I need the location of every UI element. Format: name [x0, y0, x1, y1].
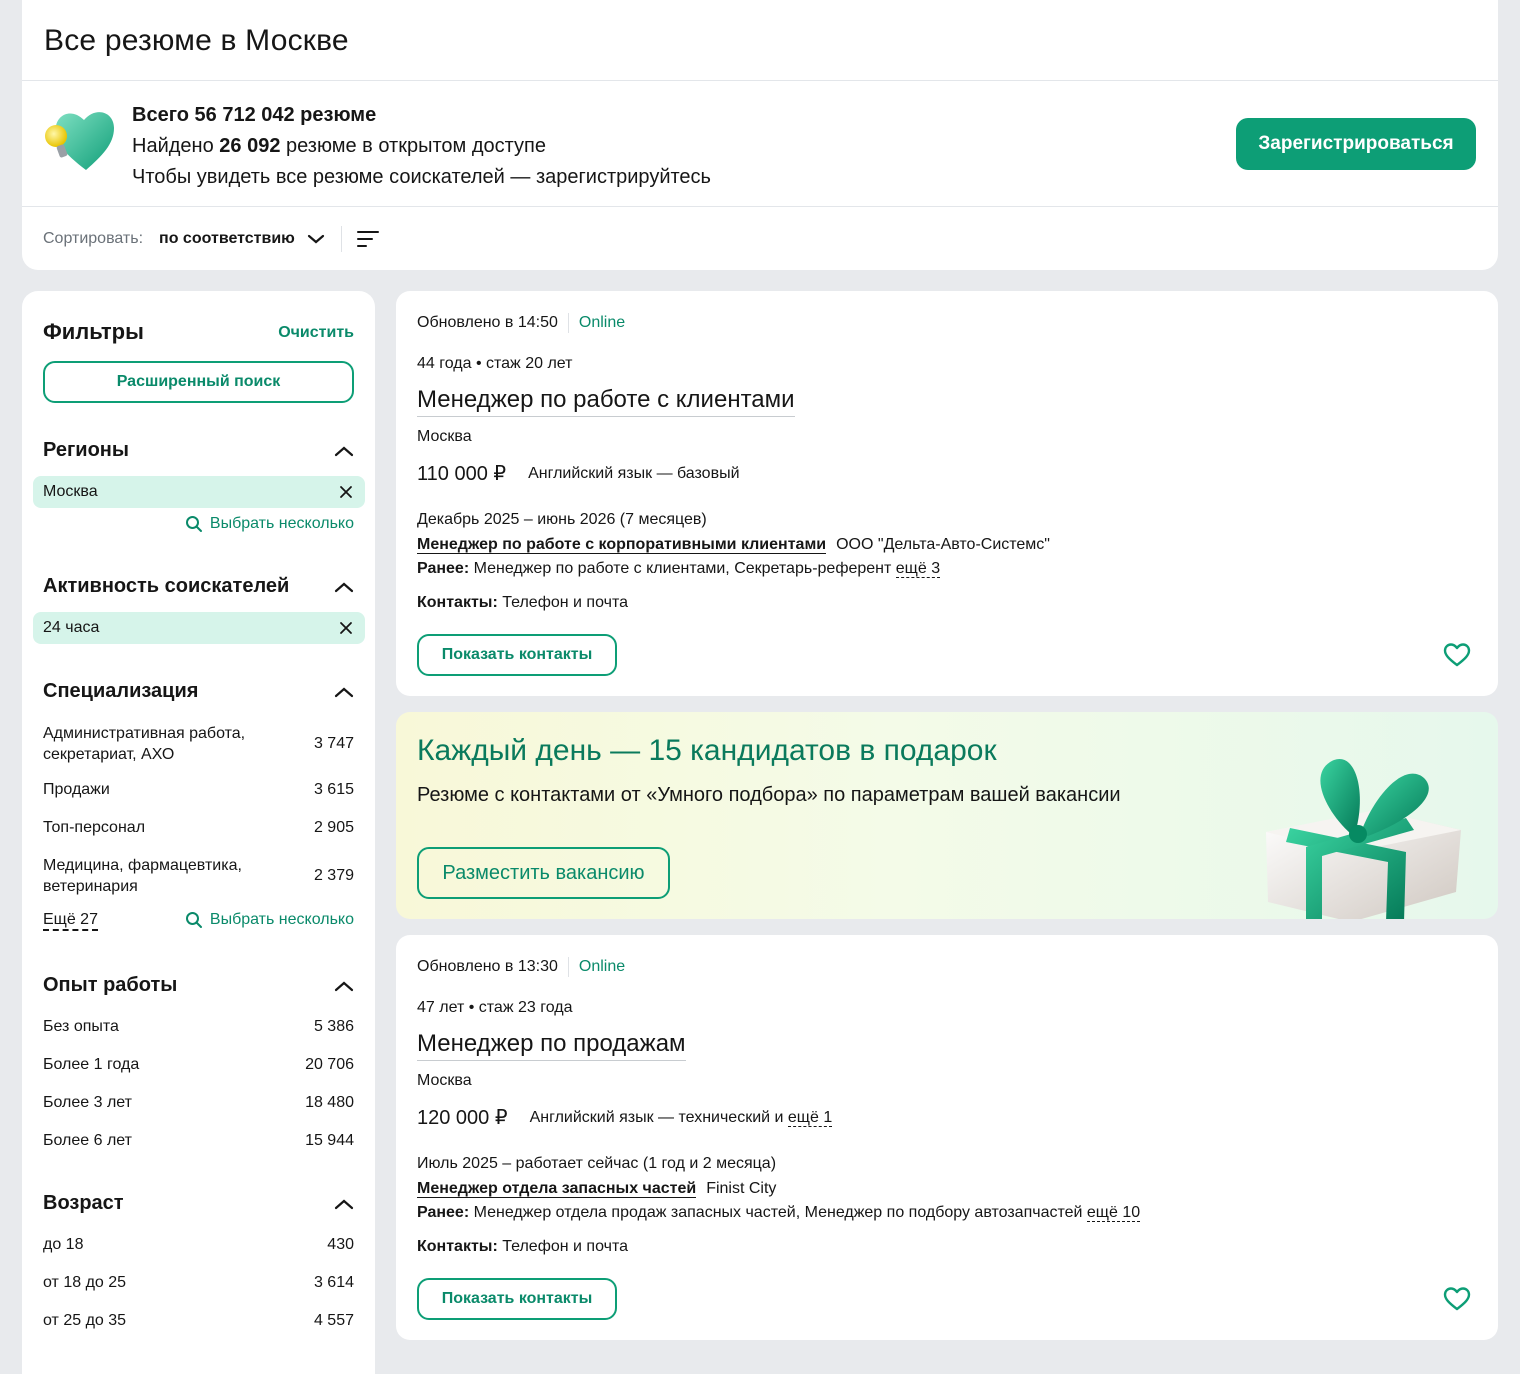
gift-icon	[1266, 758, 1461, 919]
total-resumes: Всего 56 712 042 резюме	[132, 104, 377, 126]
language: Английский язык — базовый	[528, 464, 740, 482]
divider	[567, 957, 569, 977]
age-experience: 44 года • стаж 20 лет	[417, 355, 573, 372]
header-card: Все резюме в Москве Всего 56 712 042 рез…	[22, 0, 1498, 270]
sort-select[interactable]: по соответствию	[159, 230, 295, 248]
divider	[567, 313, 569, 333]
sort-label: Сортировать:	[43, 230, 144, 247]
regions-pick-many-link[interactable]: Выбрать несколько	[185, 515, 354, 533]
filter-option[interactable]: Без опыта 5 386	[43, 1018, 354, 1036]
resume-city: Москва	[417, 1072, 472, 1089]
heart-outline-icon[interactable]	[1443, 1286, 1471, 1312]
found-count: 26 092	[219, 135, 281, 157]
advanced-search-button[interactable]: Расширенный поиск	[43, 361, 354, 403]
earlier-more-link[interactable]: ещё 10	[1086, 1204, 1141, 1222]
search-icon	[185, 912, 202, 928]
salary: 110 000 ₽	[417, 463, 507, 485]
search-icon	[185, 516, 202, 532]
filter-option[interactable]: Более 6 лет 15 944	[43, 1132, 354, 1150]
divider	[340, 226, 342, 252]
updated-time: Обновлено в 14:50	[417, 314, 558, 331]
promo-banner: Каждый день — 15 кандидатов в подарок Ре…	[396, 712, 1498, 919]
sort-row: Сортировать: по соответствию	[43, 226, 380, 252]
filter-option[interactable]: Более 3 лет 18 480	[43, 1094, 354, 1112]
last-position: Менеджер отдела запасных частей	[417, 1180, 697, 1198]
earlier-positions: Ранее: Менеджер отдела продаж запасных ч…	[417, 1204, 1141, 1222]
chevron-up-icon[interactable]	[334, 686, 354, 698]
region-chip: Москва	[33, 476, 365, 508]
specialization-title: Специализация	[43, 680, 199, 702]
activity-chip: 24 часа	[33, 612, 365, 644]
earlier-more-link[interactable]: ещё 3	[895, 560, 941, 578]
found-resumes: Найдено 26 092 резюме в открытом доступе	[132, 135, 546, 157]
updated-time: Обновлено в 13:30	[417, 958, 558, 975]
chevron-up-icon[interactable]	[334, 980, 354, 992]
company: Finist City	[706, 1180, 777, 1197]
chevron-up-icon[interactable]	[334, 445, 354, 457]
show-contacts-button[interactable]: Показать контакты	[417, 634, 617, 676]
heart-bulb-logo	[45, 112, 114, 170]
last-position-row: Менеджер по работе с корпоративными клие…	[417, 536, 1050, 554]
register-hint: Чтобы увидеть все резюме соискателей — з…	[132, 166, 711, 188]
filter-option[interactable]: Административная работа, секретариат, АХ…	[43, 723, 354, 765]
age-title: Возраст	[43, 1192, 124, 1214]
chevron-up-icon[interactable]	[334, 1198, 354, 1210]
online-status: Online	[578, 314, 626, 331]
show-contacts-button[interactable]: Показать контакты	[417, 1278, 617, 1320]
filter-option[interactable]: Более 1 года 20 706	[43, 1056, 354, 1074]
page-title: Все резюме в Москве	[44, 24, 349, 57]
resume-stats: Всего 56 712 042 резюме Найдено 26 092 р…	[132, 100, 711, 193]
filters-sidebar: Фильтры Очистить Расширенный поиск Регио…	[22, 291, 375, 1374]
promo-title: Каждый день — 15 кандидатов в подарок	[417, 734, 997, 767]
filter-option[interactable]: до 18 430	[43, 1236, 354, 1254]
promo-subtitle: Резюме с контактами от «Умного подбора» …	[417, 784, 1121, 806]
salary-row: 120 000 ₽ Английский язык — технический …	[417, 1105, 833, 1130]
language: Английский язык — технический и ещё 1	[529, 1108, 833, 1127]
specialization-pick-many-link[interactable]: Выбрать несколько	[185, 911, 354, 929]
last-position-row: Менеджер отдела запасных частей Finist C…	[417, 1180, 776, 1198]
filter-option[interactable]: от 18 до 25 3 614	[43, 1274, 354, 1292]
filter-option[interactable]: Медицина, фармацевтика, ветеринария 2 37…	[43, 855, 354, 897]
contacts-info: Контакты: Телефон и почта	[417, 594, 629, 611]
heart-outline-icon[interactable]	[1443, 642, 1471, 668]
salary-row: 110 000 ₽ Английский язык — базовый	[417, 461, 740, 486]
experience-title: Опыт работы	[43, 974, 178, 996]
filter-option[interactable]: Продажи 3 615	[43, 781, 354, 799]
regions-title: Регионы	[43, 439, 129, 461]
filters-title: Фильтры	[43, 319, 144, 344]
post-vacancy-button[interactable]: Разместить вакансию	[417, 847, 670, 899]
salary: 120 000 ₽	[417, 1107, 508, 1129]
contacts-info: Контакты: Телефон и почта	[417, 1238, 629, 1255]
age-experience: 47 лет • стаж 23 года	[417, 999, 573, 1016]
close-icon[interactable]	[339, 485, 353, 499]
online-status: Online	[578, 958, 626, 975]
activity-title: Активность соискателей	[43, 575, 290, 597]
chevron-up-icon[interactable]	[334, 581, 354, 593]
company: ООО "Дельта-Авто-Системс"	[836, 536, 1050, 553]
resume-title-link[interactable]: Менеджер по продажам	[417, 1030, 686, 1061]
updated-row: Обновлено в 14:50 Online	[417, 313, 625, 333]
resume-city: Москва	[417, 428, 472, 445]
last-position: Менеджер по работе с корпоративными клие…	[417, 536, 827, 554]
work-period: Декабрь 2025 – июнь 2026 (7 месяцев)	[417, 511, 707, 528]
filter-option[interactable]: от 25 до 35 4 557	[43, 1312, 354, 1330]
close-icon[interactable]	[339, 621, 353, 635]
divider	[22, 80, 1498, 81]
earlier-positions: Ранее: Менеджер по работе с клиентами, С…	[417, 560, 941, 578]
filter-option[interactable]: Топ-персонал 2 905	[43, 819, 354, 837]
updated-row: Обновлено в 13:30 Online	[417, 957, 625, 977]
work-period: Июль 2025 – работает сейчас (1 год и 2 м…	[417, 1155, 777, 1172]
resume-title-link[interactable]: Менеджер по работе с клиентами	[417, 386, 795, 417]
resume-card: Обновлено в 13:30 Online 47 лет • стаж 2…	[396, 935, 1498, 1340]
chevron-down-icon[interactable]	[307, 233, 325, 245]
clear-filters-link[interactable]: Очистить	[278, 324, 354, 342]
register-button[interactable]: Зарегистрироваться	[1236, 118, 1476, 170]
specialization-more-link[interactable]: Ещё 27	[43, 911, 98, 931]
language-more-link[interactable]: ещё 1	[787, 1108, 833, 1127]
sort-lines-icon[interactable]	[356, 229, 380, 249]
resume-card: Обновлено в 14:50 Online 44 года • стаж …	[396, 291, 1498, 696]
divider	[22, 206, 1498, 207]
